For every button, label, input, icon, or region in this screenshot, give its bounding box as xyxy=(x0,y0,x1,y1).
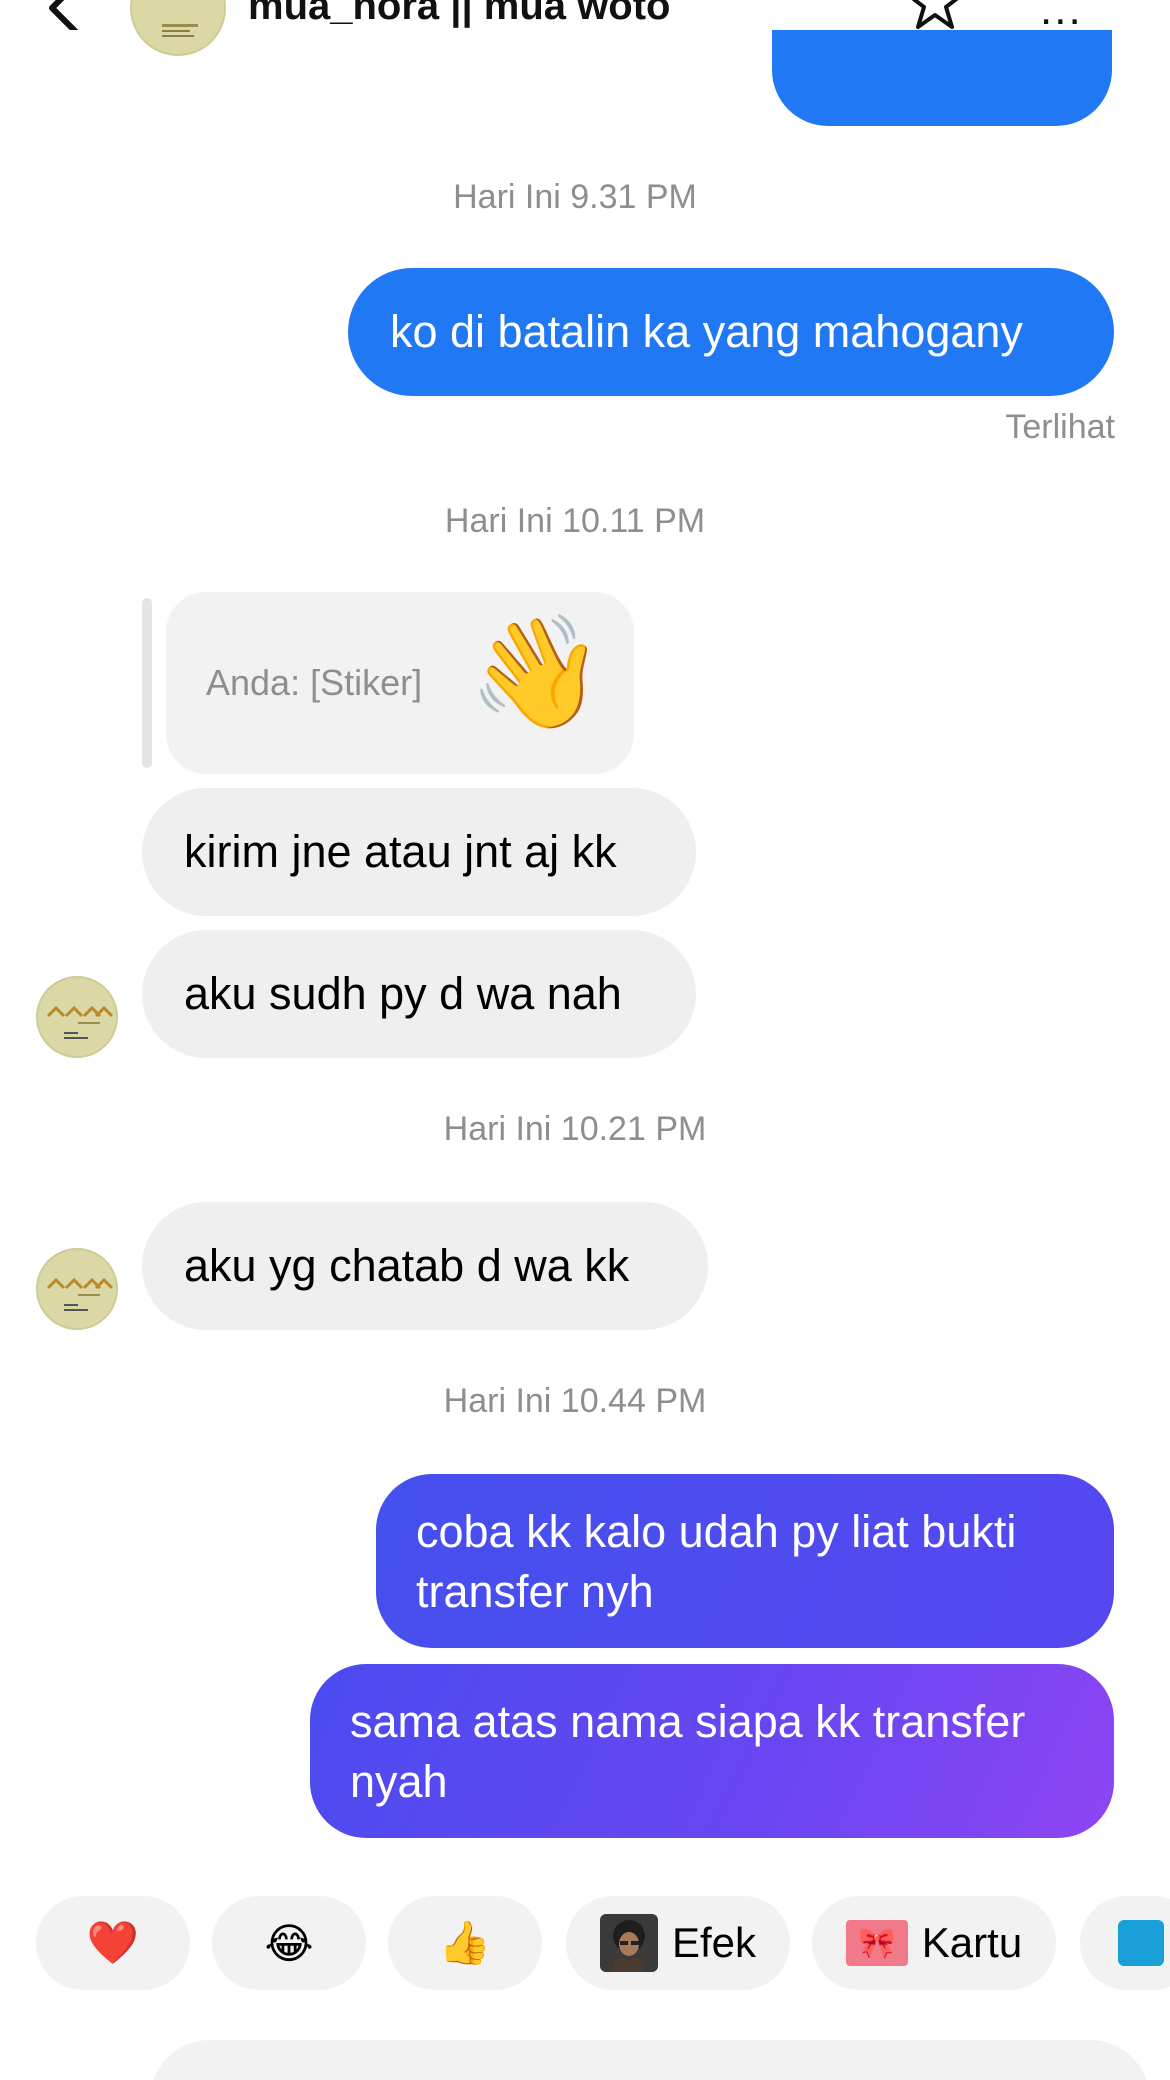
message-text-line: transfer nyh xyxy=(416,1566,654,1617)
outgoing-message-bubble-clipped[interactable] xyxy=(772,30,1112,126)
reply-indicator-bar xyxy=(142,598,152,768)
outgoing-message-bubble[interactable]: sama atas nama siapa kk transfer nyah xyxy=(310,1664,1114,1838)
timestamp: Hari Ini 10.44 PM xyxy=(443,1382,707,1420)
timestamp: Hari Ini 9.31 PM xyxy=(453,178,697,216)
message-text-line: sama atas nama siapa kk transfer xyxy=(350,1696,1026,1747)
incoming-message-bubble[interactable]: kirim jne atau jnt aj kk xyxy=(142,788,696,916)
thumbs-up-icon: 👍 xyxy=(438,1918,492,1966)
makeup-logo-icon xyxy=(162,24,198,37)
play-icon xyxy=(1118,1920,1164,1966)
laughing-face-icon: 😂 xyxy=(264,1919,314,1967)
quick-reply-bar: ❤️ 😂 👍 Efek 🎀 Kartu xyxy=(0,1896,1170,1992)
message-composer[interactable] xyxy=(150,2040,1150,2080)
effect-preview-icon xyxy=(599,1914,658,1972)
gift-card-icon: 🎀 xyxy=(845,1920,908,1966)
sender-avatar[interactable] xyxy=(36,976,118,1058)
makeup-logo-icon xyxy=(46,1277,114,1311)
more-options-icon[interactable]: ... xyxy=(1040,0,1083,32)
outgoing-message-bubble[interactable]: ko di batalin ka yang mahogany xyxy=(348,268,1114,396)
seen-status: Terlihat xyxy=(1005,408,1115,446)
star-icon[interactable] xyxy=(905,0,965,30)
laugh-reaction-button[interactable]: 😂 xyxy=(212,1896,366,1990)
more-quick-option-button[interactable] xyxy=(1080,1896,1170,1990)
message-text: aku sudh py d wa nah xyxy=(184,968,622,1019)
contact-name[interactable]: mua_nora || mua woto xyxy=(248,0,670,29)
cards-button[interactable]: 🎀 Kartu xyxy=(812,1896,1056,1990)
cards-label: Kartu xyxy=(921,1919,1023,1966)
effects-label: Efek xyxy=(671,1919,757,1966)
incoming-message-bubble[interactable]: aku sudh py d wa nah xyxy=(142,930,696,1058)
heart-icon: ❤️ xyxy=(86,1918,140,1966)
back-arrow-icon[interactable] xyxy=(40,0,90,30)
message-text: kirim jne atau jnt aj kk xyxy=(184,826,617,877)
contact-avatar[interactable] xyxy=(130,0,226,56)
thumbs-up-reaction-button[interactable]: 👍 xyxy=(388,1896,542,1990)
reply-quote-text: Anda: [Stiker] xyxy=(206,662,423,703)
waving-hand-sticker: 👋 xyxy=(468,611,605,734)
effects-button[interactable]: Efek xyxy=(566,1896,790,1990)
timestamp: Hari Ini 10.21 PM xyxy=(443,1110,707,1148)
message-text-line: coba kk kalo udah py liat bukti xyxy=(416,1506,1017,1557)
outgoing-message-bubble[interactable]: coba kk kalo udah py liat bukti transfer… xyxy=(376,1474,1114,1648)
message-text: ko di batalin ka yang mahogany xyxy=(390,306,1023,357)
sender-avatar[interactable] xyxy=(36,1248,118,1330)
incoming-message-bubble[interactable]: aku yg chatab d wa kk xyxy=(142,1202,708,1330)
message-text-line: nyah xyxy=(350,1756,448,1807)
message-text: aku yg chatab d wa kk xyxy=(184,1240,630,1291)
heart-reaction-button[interactable]: ❤️ xyxy=(36,1896,190,1990)
timestamp: Hari Ini 10.11 PM xyxy=(444,502,706,540)
makeup-logo-icon xyxy=(46,1005,114,1039)
